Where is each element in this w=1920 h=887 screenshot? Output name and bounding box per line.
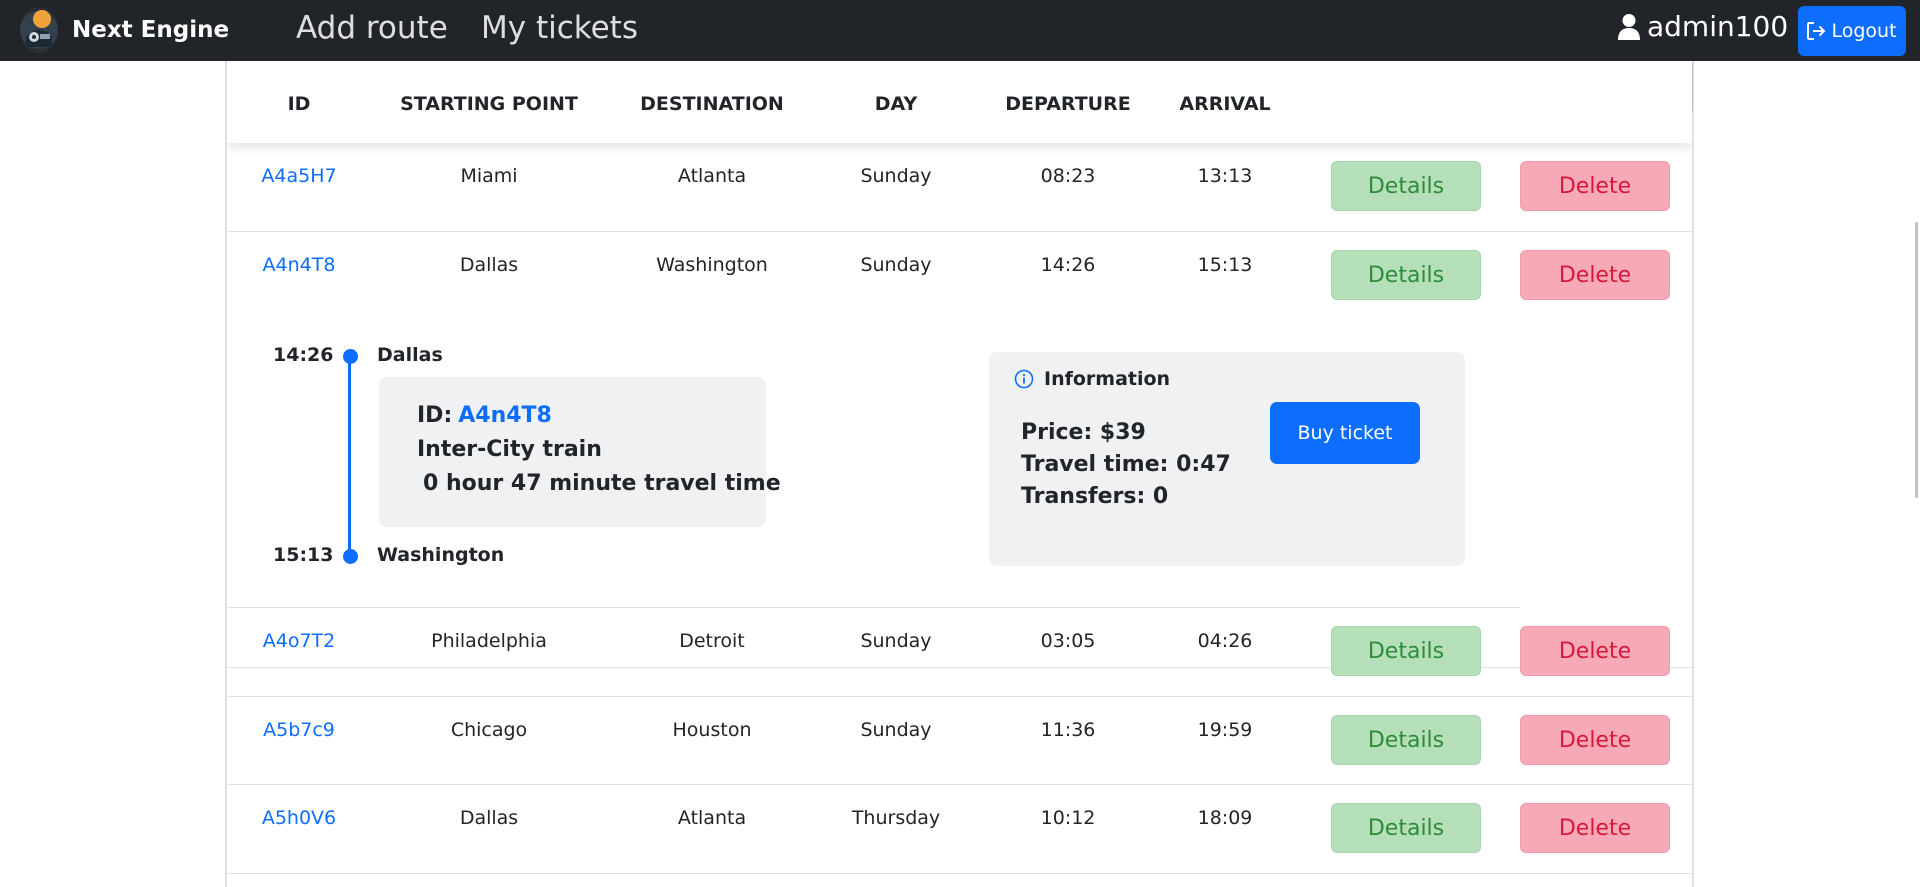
header-departure: DEPARTURE [1005, 93, 1131, 115]
day: Thursday [851, 807, 941, 829]
arrival: 04:26 [1197, 630, 1253, 652]
table-row: A5b7c9 Chicago Houston Sunday 11:36 19:5… [227, 697, 1692, 785]
delete-button[interactable]: Delete [1520, 715, 1670, 765]
delete-button[interactable]: Delete [1520, 626, 1670, 676]
details-button[interactable]: Details [1331, 161, 1481, 211]
delete-button[interactable]: Delete [1520, 250, 1670, 300]
user-menu[interactable]: admin100 [1617, 10, 1788, 43]
route-id-link[interactable]: A4n4T8 [263, 254, 336, 276]
username: admin100 [1647, 10, 1789, 43]
departure: 10:12 [1040, 807, 1096, 829]
destination: Atlanta [677, 165, 747, 187]
day: Sunday [860, 719, 932, 741]
nav-add-route[interactable]: Add route [296, 10, 448, 46]
header-destination: DESTINATION [640, 93, 784, 115]
details-button[interactable]: Details [1331, 803, 1481, 853]
day: Sunday [860, 165, 932, 187]
details-button[interactable]: Details [1331, 626, 1481, 676]
details-button[interactable]: Details [1331, 250, 1481, 300]
departure: 03:05 [1040, 630, 1096, 652]
table-header: ID STARTING POINT DESTINATION DAY DEPART… [227, 61, 1692, 143]
buy-ticket-button[interactable]: Buy ticket [1270, 402, 1420, 464]
departure: 11:36 [1040, 719, 1096, 741]
departure: 08:23 [1040, 165, 1096, 187]
table-row: A4n4T8 Dallas Washington Sunday 14:26 15… [227, 232, 1692, 668]
starting-point: Chicago [450, 719, 528, 741]
starting-point: Dallas [459, 807, 519, 829]
page-scrollbar[interactable] [1915, 222, 1918, 498]
brand[interactable]: Next Engine [20, 4, 229, 56]
delete-button[interactable]: Delete [1520, 161, 1670, 211]
destination: Atlanta [677, 807, 747, 829]
arrival: 15:13 [1197, 254, 1253, 276]
top-navbar: Next Engine Add route My tickets admin10… [0, 0, 1920, 61]
user-icon [1618, 13, 1640, 40]
header-arrival: ARRIVAL [1179, 93, 1271, 115]
logout-button[interactable]: Logout [1798, 6, 1906, 56]
destination: Houston [672, 719, 752, 741]
route-id-link[interactable]: A4o7T2 [263, 630, 336, 652]
departure: 14:26 [1040, 254, 1096, 276]
arrival: 18:09 [1197, 807, 1253, 829]
route-id-link[interactable]: A5h0V6 [262, 807, 336, 829]
nav-my-tickets[interactable]: My tickets [481, 10, 638, 46]
arrival: 19:59 [1197, 719, 1253, 741]
table-row: A5h0V6 Dallas Atlanta Thursday 10:12 18:… [227, 785, 1692, 874]
route-id-link[interactable]: A4a5H7 [261, 165, 336, 187]
starting-point: Dallas [459, 254, 519, 276]
destination: Washington [656, 254, 768, 276]
logout-icon [1807, 22, 1826, 40]
delete-button[interactable]: Delete [1520, 803, 1670, 853]
brand-logo [20, 7, 58, 53]
destination: Detroit [679, 630, 745, 652]
route-id-link[interactable]: A5b7c9 [263, 719, 335, 741]
table-row: A4o7T2 Philadelphia Detroit Sunday 03:05… [227, 608, 1692, 697]
header-starting-point: STARTING POINT [400, 93, 578, 115]
brand-name: Next Engine [72, 17, 230, 43]
logout-label: Logout [1831, 20, 1897, 42]
starting-point: Philadelphia [431, 630, 547, 652]
table-row: A4a5H7 Miami Atlanta Sunday 08:23 13:13 … [227, 143, 1692, 232]
details-button[interactable]: Details [1331, 715, 1481, 765]
arrival: 13:13 [1197, 165, 1253, 187]
routes-table: ID STARTING POINT DESTINATION DAY DEPART… [225, 61, 1694, 887]
day: Sunday [860, 254, 932, 276]
header-id: ID [287, 93, 311, 115]
day: Sunday [860, 630, 932, 652]
header-day: DAY [874, 93, 918, 115]
starting-point: Miami [460, 165, 518, 187]
